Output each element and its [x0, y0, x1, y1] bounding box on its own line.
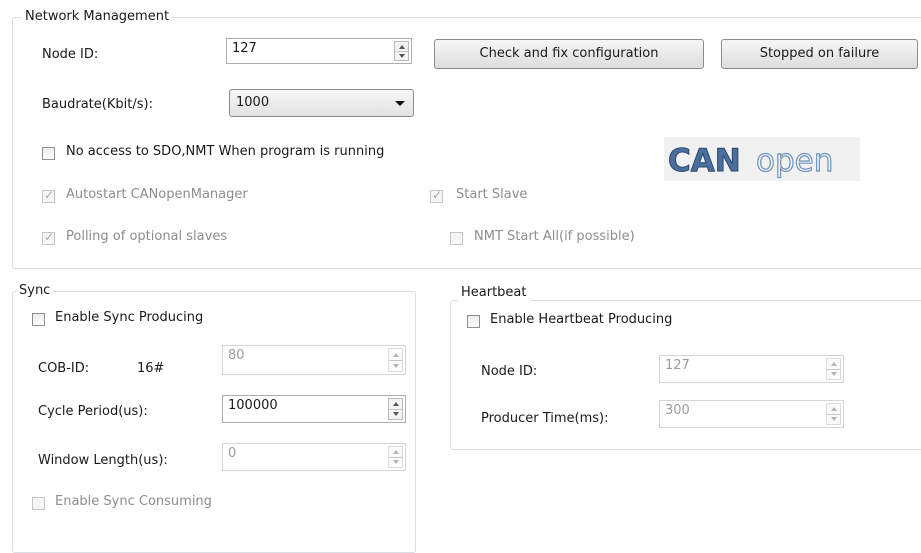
nmt-start-all-label: NMT Start All(if possible) [474, 229, 635, 244]
checkmark-icon: ✓ [44, 188, 55, 202]
no-access-checkbox[interactable] [42, 147, 55, 160]
heartbeat-title: Heartbeat [458, 285, 530, 301]
spin-down-icon[interactable] [389, 409, 402, 419]
cob-id-spin-buttons[interactable] [388, 348, 403, 372]
cycle-period-spinbox[interactable]: 100000 [222, 395, 406, 423]
logo-open-text: open [756, 143, 833, 179]
producer-time-spin-buttons[interactable] [826, 403, 841, 425]
node-id-spinbox[interactable]: 127 [226, 38, 412, 64]
spin-down-icon[interactable] [395, 51, 408, 60]
cob-id-spinbox[interactable]: 80 [222, 345, 406, 375]
enable-sync-consuming-checkbox[interactable] [32, 497, 45, 510]
window-length-spin-buttons[interactable] [388, 446, 403, 468]
baudrate-value: 1000 [236, 95, 270, 110]
cycle-period-value: 100000 [228, 398, 278, 413]
cycle-period-spin-buttons[interactable] [388, 398, 403, 420]
enable-heartbeat-producing-checkbox[interactable] [467, 315, 480, 328]
start-slave-label: Start Slave [456, 187, 528, 202]
enable-sync-consuming-label: Enable Sync Consuming [55, 494, 212, 509]
sync-title: Sync [16, 283, 54, 299]
start-slave-checkbox[interactable]: ✓ [430, 188, 443, 203]
window-length-label: Window Length(us): [38, 453, 168, 468]
spin-down-icon[interactable] [389, 457, 402, 467]
window-length-value: 0 [228, 446, 237, 461]
window-length-spinbox[interactable]: 0 [222, 443, 406, 471]
producer-time-label: Producer Time(ms): [481, 411, 609, 426]
polling-optional-slaves-label: Polling of optional slaves [66, 229, 228, 244]
cycle-period-label: Cycle Period(us): [38, 404, 148, 419]
spin-down-icon[interactable] [389, 360, 402, 371]
check-fix-configuration-button[interactable]: Check and fix configuration [434, 39, 704, 69]
cob-id-value: 80 [228, 348, 245, 363]
checkmark-icon: ✓ [44, 230, 55, 244]
spin-down-icon[interactable] [827, 414, 840, 424]
node-id-spin-buttons[interactable] [394, 41, 409, 61]
spin-down-icon[interactable] [827, 369, 840, 379]
canopen-logo: CAN open [664, 137, 860, 181]
cob-id-prefix: 16# [137, 361, 165, 376]
dropdown-caret-icon [395, 101, 405, 106]
baudrate-label: Baudrate(Kbit/s): [42, 97, 153, 112]
producer-time-value: 300 [665, 403, 690, 418]
stopped-on-failure-button[interactable]: Stopped on failure [721, 39, 918, 69]
enable-sync-producing-label: Enable Sync Producing [55, 310, 204, 325]
nmt-start-all-checkbox[interactable] [450, 232, 463, 245]
baudrate-select[interactable]: 1000 [229, 89, 414, 117]
enable-sync-producing-checkbox[interactable] [32, 313, 45, 326]
heartbeat-node-id-spin-buttons[interactable] [826, 358, 841, 380]
heartbeat-node-id-spinbox[interactable]: 127 [659, 355, 844, 383]
enable-heartbeat-producing-label: Enable Heartbeat Producing [490, 312, 673, 327]
checkmark-icon: ✓ [432, 188, 443, 202]
heartbeat-node-id-value: 127 [665, 358, 690, 373]
autostart-label: Autostart CANopenManager [66, 187, 248, 202]
logo-can-text: CAN [668, 143, 741, 179]
network-management-title: Network Management [22, 9, 173, 25]
polling-optional-slaves-checkbox[interactable]: ✓ [42, 230, 55, 245]
no-access-label: No access to SDO,NMT When program is run… [66, 144, 385, 159]
autostart-checkbox[interactable]: ✓ [42, 188, 55, 203]
producer-time-spinbox[interactable]: 300 [659, 400, 844, 428]
node-id-label: Node ID: [42, 47, 99, 62]
cob-id-label: COB-ID: [38, 361, 90, 376]
node-id-value: 127 [232, 41, 257, 56]
heartbeat-node-id-label: Node ID: [481, 364, 538, 379]
